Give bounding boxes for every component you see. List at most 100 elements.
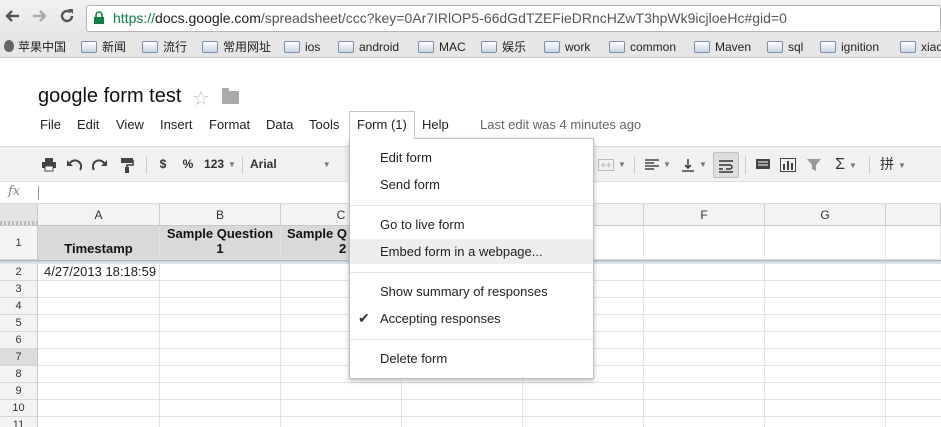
folder-icon bbox=[820, 41, 836, 53]
bookmark-item[interactable]: xiao bbox=[900, 37, 941, 57]
menu-edit[interactable]: Edit bbox=[77, 113, 99, 136]
row-header-3[interactable]: 3 bbox=[0, 281, 38, 298]
input-tool-label: 拼 bbox=[880, 156, 895, 172]
formula-input[interactable] bbox=[38, 186, 39, 200]
caret-down-icon: ▼ bbox=[848, 161, 857, 170]
bookmark-item[interactable]: 娱乐 bbox=[481, 37, 526, 57]
redo-button[interactable] bbox=[89, 147, 111, 182]
row-header-11[interactable]: 11 bbox=[0, 417, 38, 427]
percent-format-button[interactable]: % bbox=[179, 147, 197, 182]
select-all-corner[interactable] bbox=[0, 204, 38, 226]
bookmark-item[interactable]: sql bbox=[767, 37, 803, 57]
bookmark-item[interactable]: work bbox=[544, 37, 590, 57]
folder-icon bbox=[544, 41, 560, 53]
filter-button[interactable] bbox=[803, 147, 825, 182]
row-header-1[interactable]: 1 bbox=[0, 226, 38, 260]
menu-form[interactable]: Form (1) bbox=[357, 113, 407, 136]
print-button[interactable] bbox=[38, 147, 60, 182]
row-header-10[interactable]: 10 bbox=[0, 400, 38, 417]
bookmark-item[interactable]: ios bbox=[284, 37, 320, 57]
wrap-text-button[interactable] bbox=[713, 152, 739, 178]
cell-a1-line1 bbox=[38, 227, 159, 241]
cell-b1-line2: 1 bbox=[216, 241, 224, 256]
menu-view[interactable]: View bbox=[116, 113, 144, 136]
comment-icon bbox=[756, 158, 770, 169]
gridline bbox=[885, 264, 886, 427]
bookmark-item[interactable]: 流行 bbox=[142, 37, 188, 57]
document-title[interactable]: google form test bbox=[38, 85, 181, 108]
forward-button[interactable] bbox=[28, 7, 50, 29]
menu-item-delete-form[interactable]: Delete form bbox=[350, 346, 593, 371]
bookmark-item[interactable]: MAC bbox=[418, 37, 466, 57]
currency-format-button[interactable]: $ bbox=[154, 147, 172, 182]
bookmark-label: android bbox=[359, 40, 400, 54]
row-header-7[interactable]: 7 bbox=[0, 349, 38, 366]
cell-g1[interactable] bbox=[765, 226, 886, 260]
undo-button[interactable] bbox=[63, 147, 85, 182]
column-header-a[interactable]: A bbox=[38, 204, 160, 226]
url-scheme: https:// bbox=[113, 10, 156, 26]
vertical-align-dropdown[interactable]: ▼ bbox=[678, 147, 710, 182]
bookmark-item[interactable]: 常用网址 bbox=[202, 37, 271, 57]
input-tools-dropdown[interactable]: 拼 ▼ bbox=[876, 147, 910, 182]
cell-b1[interactable]: Sample Question 1 bbox=[160, 226, 281, 260]
row-header-5[interactable]: 5 bbox=[0, 315, 38, 332]
row-header-2[interactable]: 2 bbox=[0, 264, 38, 281]
last-edit-status[interactable]: Last edit was 4 minutes ago bbox=[480, 113, 641, 136]
functions-dropdown[interactable]: Σ ▼ bbox=[829, 147, 863, 182]
folder-icon[interactable] bbox=[222, 88, 239, 104]
star-icon[interactable]: ☆ bbox=[192, 86, 210, 111]
column-header-h[interactable] bbox=[886, 204, 941, 226]
bookmark-label: 流行 bbox=[163, 40, 188, 54]
row-header-9[interactable]: 9 bbox=[0, 383, 38, 400]
bookmark-item[interactable]: Maven bbox=[694, 37, 751, 57]
insert-chart-button[interactable] bbox=[777, 147, 799, 182]
folder-icon bbox=[694, 41, 710, 53]
bookmark-item[interactable]: android bbox=[338, 37, 400, 57]
bookmark-item[interactable]: ignition bbox=[820, 37, 879, 57]
reload-icon bbox=[60, 9, 74, 23]
cell-h1[interactable] bbox=[886, 226, 941, 260]
caret-down-icon: ▼ bbox=[618, 160, 626, 169]
reload-button[interactable] bbox=[56, 7, 78, 29]
menu-item-accepting-responses[interactable]: ✔ Accepting responses bbox=[350, 306, 593, 331]
number-format-dropdown[interactable]: 123 ▼ bbox=[202, 147, 238, 182]
undo-icon bbox=[67, 159, 83, 171]
row-header-4[interactable]: 4 bbox=[0, 298, 38, 315]
column-header-f[interactable]: F bbox=[644, 204, 765, 226]
menu-item-edit-form[interactable]: Edit form bbox=[350, 145, 593, 170]
address-bar[interactable]: https://docs.google.com/spreadsheet/ccc?… bbox=[86, 5, 941, 32]
bookmark-item[interactable]: common bbox=[609, 37, 676, 57]
row-header-6[interactable]: 6 bbox=[0, 332, 38, 349]
menu-data[interactable]: Data bbox=[266, 113, 293, 136]
menu-item-label: Accepting responses bbox=[380, 311, 501, 326]
bookmark-label: 新闻 bbox=[102, 40, 127, 54]
column-header-b[interactable]: B bbox=[160, 204, 281, 226]
column-header-g[interactable]: G bbox=[765, 204, 886, 226]
menu-format[interactable]: Format bbox=[209, 113, 250, 136]
font-family-dropdown[interactable]: Arial ▼ bbox=[250, 147, 338, 182]
row-header-8[interactable]: 8 bbox=[0, 366, 38, 383]
insert-comment-button[interactable] bbox=[752, 147, 774, 182]
bookmark-item[interactable]: 苹果中国 bbox=[4, 37, 66, 57]
menu-help[interactable]: Help bbox=[422, 113, 449, 136]
menu-insert[interactable]: Insert bbox=[160, 113, 193, 136]
paint-format-button[interactable] bbox=[116, 147, 138, 182]
menu-file[interactable]: File bbox=[40, 113, 61, 136]
menu-tools[interactable]: Tools bbox=[309, 113, 339, 136]
cell-f1[interactable] bbox=[644, 226, 765, 260]
bookmark-item[interactable]: 新闻 bbox=[81, 37, 127, 57]
menu-item-go-to-live-form[interactable]: Go to live form bbox=[350, 212, 593, 237]
gridline bbox=[159, 264, 160, 427]
cell-a1[interactable]: Timestamp bbox=[38, 226, 160, 260]
folder-icon bbox=[142, 41, 158, 53]
caret-down-icon: ▼ bbox=[898, 161, 906, 170]
menu-item-send-form[interactable]: Send form bbox=[350, 172, 593, 197]
menu-item-embed-form[interactable]: Embed form in a webpage... bbox=[350, 239, 593, 264]
menu-item-show-summary[interactable]: Show summary of responses bbox=[350, 279, 593, 304]
redo-icon bbox=[91, 159, 107, 171]
horizontal-align-dropdown[interactable]: ▼ bbox=[642, 147, 674, 182]
merge-cells-button[interactable]: ▼ bbox=[596, 147, 628, 182]
cell-a2[interactable]: 4/27/2013 18:18:59 bbox=[38, 264, 160, 281]
back-button[interactable] bbox=[2, 7, 24, 29]
